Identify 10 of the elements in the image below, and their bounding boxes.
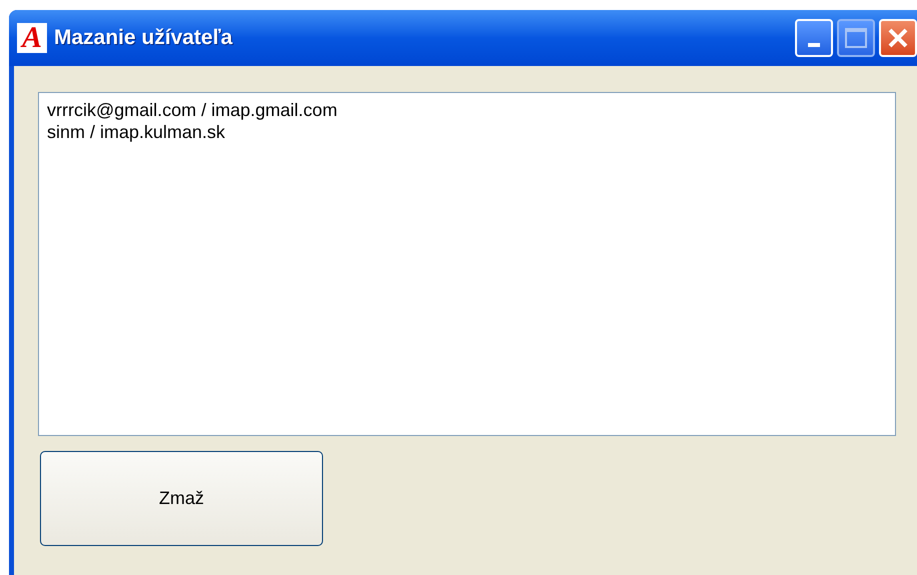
account-list[interactable]: vrrrcik@gmail.com / imap.gmail.com sinm / imap.kulman.sk xyxy=(38,92,896,436)
account-list-item[interactable]: vrrrcik@gmail.com / imap.gmail.com xyxy=(47,99,338,121)
close-button[interactable] xyxy=(879,19,917,57)
maximize-button[interactable] xyxy=(837,19,875,57)
account-list-item[interactable]: sinm / imap.kulman.sk xyxy=(47,121,226,143)
app-logo: A xyxy=(17,23,47,53)
delete-button[interactable]: Zmaž xyxy=(40,451,323,546)
minimize-button[interactable] xyxy=(795,19,833,57)
close-icon xyxy=(887,27,909,49)
window-title: Mazanie užívateľa xyxy=(54,25,232,52)
